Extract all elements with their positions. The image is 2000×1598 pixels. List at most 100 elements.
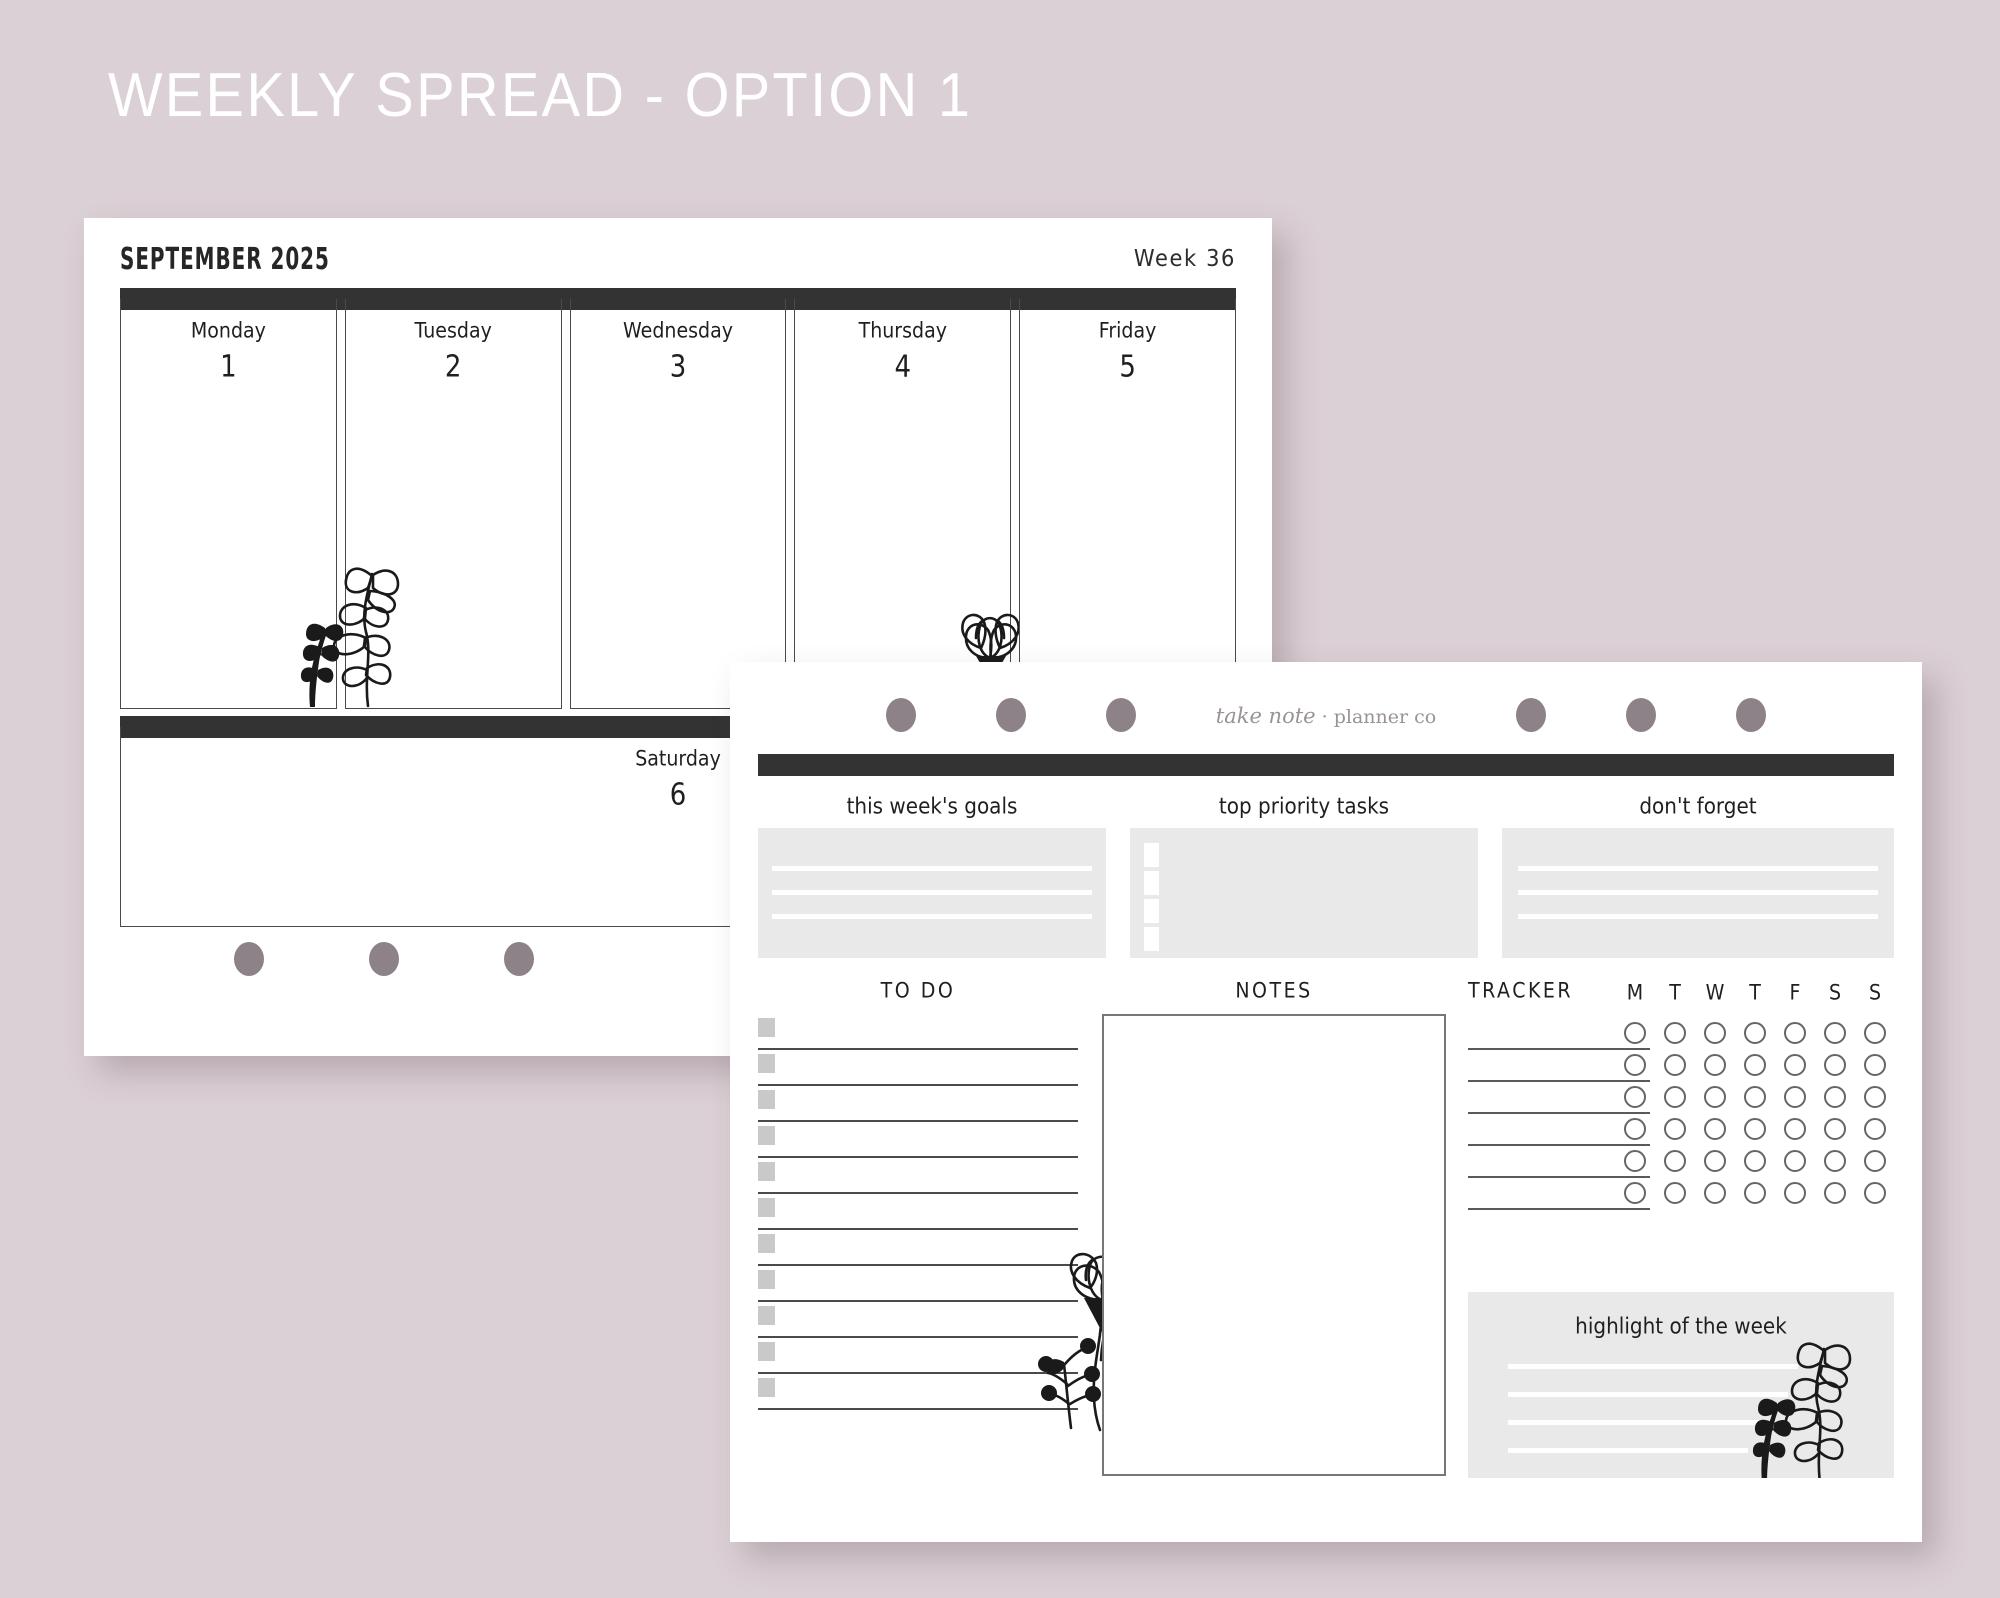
tracker-day-header: M [1626, 980, 1644, 1006]
tracker-circle[interactable] [1624, 1118, 1646, 1140]
tracker-circle[interactable] [1824, 1118, 1846, 1140]
tracker-circle[interactable] [1744, 1118, 1766, 1140]
day-box-wednesday[interactable]: Wednesday 3 [569, 299, 787, 709]
tracker-circle[interactable] [1784, 1150, 1806, 1172]
tracker-circle[interactable] [1704, 1118, 1726, 1140]
todo-checkbox[interactable] [758, 1054, 775, 1073]
tracker-circle[interactable] [1624, 1054, 1646, 1076]
tracker-circle[interactable] [1824, 1182, 1846, 1204]
tracker-circle[interactable] [1664, 1150, 1686, 1172]
todo-checkbox[interactable] [758, 1126, 775, 1145]
tracker-write-line[interactable] [1468, 1176, 1650, 1179]
tracker-circle[interactable] [1864, 1054, 1886, 1076]
tracker-day-header: F [1789, 980, 1801, 1006]
tracker-write-line[interactable] [1468, 1208, 1650, 1211]
leaf-branch-illustration [1752, 1342, 1852, 1478]
scallop-bar-page-two [758, 754, 1894, 787]
todo-checkbox[interactable] [758, 1378, 775, 1397]
week-number-label: Week 36 [1133, 244, 1236, 272]
goals-panel[interactable] [758, 828, 1106, 958]
tracker-circle[interactable] [1624, 1086, 1646, 1108]
tracker-circle[interactable] [1864, 1118, 1886, 1140]
highlight-write-line[interactable] [1508, 1420, 1760, 1425]
todo-row[interactable] [758, 1194, 1078, 1230]
tracker-day-header: T [1669, 980, 1681, 1006]
goals-write-line[interactable] [772, 890, 1092, 895]
tracker-circle[interactable] [1784, 1054, 1806, 1076]
tracker-circle[interactable] [1784, 1182, 1806, 1204]
page-title: WEEKLY SPREAD - OPTION 1 [108, 61, 973, 130]
tracker-circle[interactable] [1824, 1054, 1846, 1076]
tracker-circle[interactable] [1664, 1182, 1686, 1204]
tracker-circle[interactable] [1664, 1086, 1686, 1108]
tracker-write-line[interactable] [1468, 1144, 1650, 1147]
todo-row[interactable] [758, 1050, 1078, 1086]
highlight-write-line[interactable] [1508, 1448, 1748, 1453]
todo-checkbox[interactable] [758, 1342, 775, 1361]
tracker-write-line[interactable] [1468, 1112, 1650, 1115]
todo-row[interactable] [758, 1158, 1078, 1194]
tracker-circle[interactable] [1744, 1150, 1766, 1172]
todo-checkbox[interactable] [758, 1306, 775, 1325]
priority-tasks-panel[interactable] [1130, 828, 1478, 958]
day-box-friday[interactable]: Friday 5 [1019, 299, 1236, 709]
notes-box[interactable] [1102, 1014, 1446, 1476]
day-box-tuesday[interactable]: Tuesday 2 [300, 299, 562, 709]
todo-checkbox[interactable] [758, 1234, 775, 1253]
todo-checkbox[interactable] [758, 1198, 775, 1217]
punch-hole-icon [234, 942, 264, 976]
todo-checkbox[interactable] [758, 1162, 775, 1181]
tracker-circle[interactable] [1664, 1022, 1686, 1044]
goals-write-line[interactable] [772, 866, 1092, 871]
priority-checkbox[interactable] [1144, 843, 1159, 867]
tracker-circle[interactable] [1744, 1182, 1766, 1204]
tracker-circle[interactable] [1864, 1022, 1886, 1044]
punch-hole-icon [1106, 698, 1136, 732]
todo-checkbox[interactable] [758, 1090, 775, 1109]
priority-checkbox[interactable] [1144, 899, 1159, 923]
tracker-circle[interactable] [1824, 1086, 1846, 1108]
tracker-circle[interactable] [1744, 1022, 1766, 1044]
dont-forget-write-line[interactable] [1518, 866, 1878, 871]
tracker-circle[interactable] [1824, 1150, 1846, 1172]
priority-checkbox[interactable] [1144, 871, 1159, 895]
tracker-circle[interactable] [1744, 1054, 1766, 1076]
tracker-circle[interactable] [1864, 1086, 1886, 1108]
dont-forget-write-line[interactable] [1518, 890, 1878, 895]
goals-write-line[interactable] [772, 914, 1092, 919]
day-name: Friday [1098, 318, 1157, 344]
tracker-circle[interactable] [1864, 1150, 1886, 1172]
todo-checkbox[interactable] [758, 1018, 775, 1037]
day-name: Wednesday [622, 318, 733, 344]
tracker-circle[interactable] [1664, 1054, 1686, 1076]
tracker-circle[interactable] [1624, 1182, 1646, 1204]
tracker-write-line[interactable] [1468, 1080, 1650, 1083]
tracker-circle[interactable] [1704, 1054, 1726, 1076]
tracker-circle[interactable] [1704, 1182, 1726, 1204]
todo-row[interactable] [758, 1014, 1078, 1050]
todo-row[interactable] [758, 1086, 1078, 1122]
tracker-circle[interactable] [1744, 1086, 1766, 1108]
tracker-circle[interactable] [1784, 1022, 1806, 1044]
day-name: Monday [190, 318, 266, 344]
tracker-circle[interactable] [1664, 1118, 1686, 1140]
tracker-circle[interactable] [1704, 1150, 1726, 1172]
tracker-circle[interactable] [1624, 1150, 1646, 1172]
highlight-panel[interactable]: highlight of the week [1468, 1292, 1894, 1478]
tracker-circle[interactable] [1784, 1118, 1806, 1140]
dont-forget-write-line[interactable] [1518, 914, 1878, 919]
tracker-write-line[interactable] [1468, 1048, 1650, 1051]
tracker-circle[interactable] [1704, 1022, 1726, 1044]
todo-row[interactable] [758, 1122, 1078, 1158]
tracker-circle[interactable] [1824, 1022, 1846, 1044]
todo-checkbox[interactable] [758, 1270, 775, 1289]
day-box-thursday[interactable]: Thursday 4 [794, 299, 1038, 726]
tracker-circle[interactable] [1624, 1022, 1646, 1044]
tracker-circle[interactable] [1784, 1086, 1806, 1108]
tracker-circle[interactable] [1704, 1086, 1726, 1108]
punch-hole-icon [1736, 698, 1766, 732]
punch-hole-icon [886, 698, 916, 732]
dont-forget-panel[interactable] [1502, 828, 1894, 958]
tracker-circle[interactable] [1864, 1182, 1886, 1204]
priority-checkbox[interactable] [1144, 927, 1159, 951]
